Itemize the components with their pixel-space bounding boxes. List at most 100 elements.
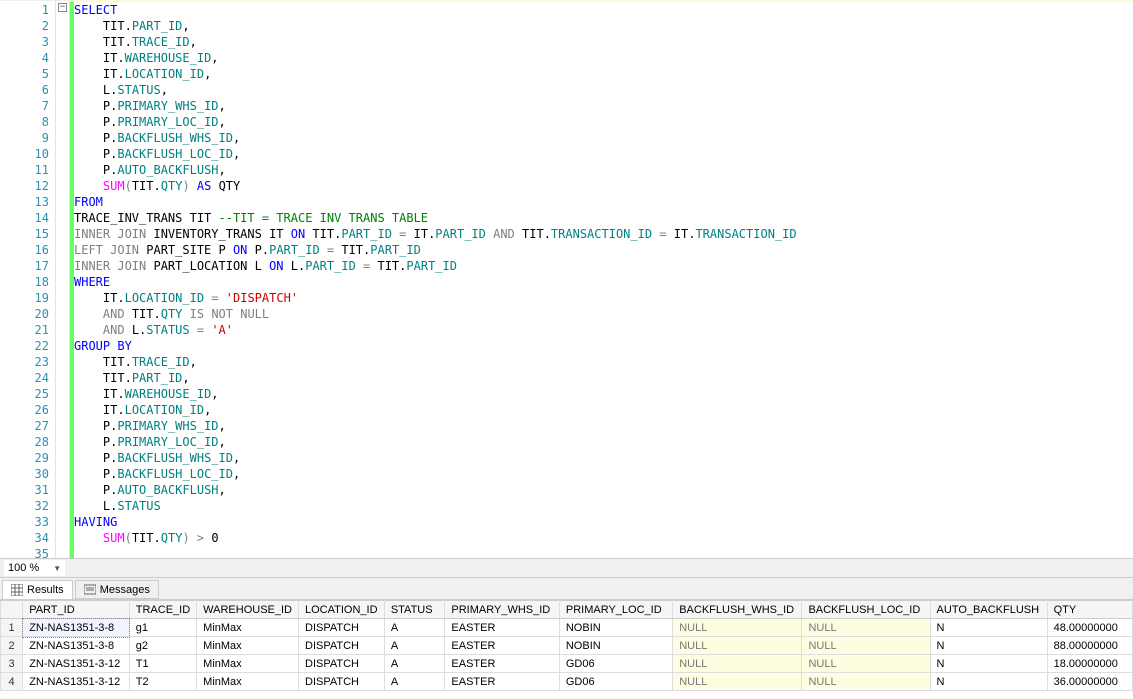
code-line[interactable]: P.BACKFLUSH_LOC_ID, — [74, 146, 1133, 162]
fold-collapse-icon[interactable]: − — [58, 3, 67, 12]
zoom-dropdown[interactable]: 100 % ▼ — [4, 560, 65, 576]
code-line[interactable]: P.PRIMARY_LOC_ID, — [74, 114, 1133, 130]
code-line[interactable]: SUM(TIT.QTY) AS QTY — [74, 178, 1133, 194]
column-header[interactable]: PRIMARY_WHS_ID — [445, 601, 559, 619]
cell[interactable]: T2 — [129, 673, 196, 691]
code-line[interactable]: INNER JOIN PART_LOCATION L ON L.PART_ID … — [74, 258, 1133, 274]
code-line[interactable]: P.BACKFLUSH_LOC_ID, — [74, 466, 1133, 482]
code-line[interactable]: P.PRIMARY_WHS_ID, — [74, 418, 1133, 434]
code-line[interactable]: TIT.PART_ID, — [74, 18, 1133, 34]
table-row[interactable]: 1ZN-NAS1351-3-8g1MinMaxDISPATCHAEASTERNO… — [1, 619, 1133, 637]
column-header[interactable]: TRACE_ID — [129, 601, 196, 619]
cell[interactable]: ZN-NAS1351-3-8 — [23, 619, 130, 637]
table-row[interactable]: 3ZN-NAS1351-3-12T1MinMaxDISPATCHAEASTERG… — [1, 655, 1133, 673]
cell[interactable]: NULL — [673, 619, 802, 637]
column-header[interactable]: STATUS — [384, 601, 445, 619]
code-line[interactable]: GROUP BY — [74, 338, 1133, 354]
cell[interactable]: 48.00000000 — [1047, 619, 1132, 637]
table-row[interactable]: 2ZN-NAS1351-3-8g2MinMaxDISPATCHAEASTERNO… — [1, 637, 1133, 655]
cell[interactable]: N — [930, 673, 1047, 691]
results-grid[interactable]: PART_IDTRACE_IDWAREHOUSE_IDLOCATION_IDST… — [0, 600, 1133, 691]
cell[interactable]: A — [384, 637, 445, 655]
code-line[interactable] — [74, 546, 1133, 558]
code-line[interactable]: SELECT — [74, 2, 1133, 18]
cell[interactable]: EASTER — [445, 619, 559, 637]
code-line[interactable]: IT.LOCATION_ID, — [74, 402, 1133, 418]
cell[interactable]: DISPATCH — [299, 619, 385, 637]
cell[interactable]: A — [384, 619, 445, 637]
column-header[interactable]: AUTO_BACKFLUSH — [930, 601, 1047, 619]
code-line[interactable]: AND L.STATUS = 'A' — [74, 322, 1133, 338]
cell[interactable]: A — [384, 655, 445, 673]
code-line[interactable]: FROM — [74, 194, 1133, 210]
code-line[interactable]: IT.WAREHOUSE_ID, — [74, 386, 1133, 402]
cell[interactable]: MinMax — [197, 673, 299, 691]
cell[interactable]: NULL — [673, 673, 802, 691]
cell[interactable]: MinMax — [197, 655, 299, 673]
code-line[interactable]: L.STATUS — [74, 498, 1133, 514]
row-header[interactable]: 3 — [1, 655, 23, 673]
cell[interactable]: N — [930, 655, 1047, 673]
cell[interactable]: ZN-NAS1351-3-12 — [23, 655, 130, 673]
sql-editor[interactable]: 1234567891011121314151617181920212223242… — [0, 0, 1133, 558]
cell[interactable]: GD06 — [559, 655, 672, 673]
row-header[interactable]: 4 — [1, 673, 23, 691]
column-header[interactable]: PRIMARY_LOC_ID — [559, 601, 672, 619]
code-line[interactable]: TIT.PART_ID, — [74, 370, 1133, 386]
code-line[interactable]: IT.WAREHOUSE_ID, — [74, 50, 1133, 66]
cell[interactable]: DISPATCH — [299, 673, 385, 691]
cell[interactable]: A — [384, 673, 445, 691]
cell[interactable]: ZN-NAS1351-3-8 — [23, 637, 130, 655]
code-line[interactable]: P.BACKFLUSH_WHS_ID, — [74, 130, 1133, 146]
cell[interactable]: NULL — [673, 637, 802, 655]
cell[interactable]: EASTER — [445, 673, 559, 691]
code-line[interactable]: INNER JOIN INVENTORY_TRANS IT ON TIT.PAR… — [74, 226, 1133, 242]
cell[interactable]: T1 — [129, 655, 196, 673]
row-header[interactable]: 1 — [1, 619, 23, 637]
code-line[interactable]: P.AUTO_BACKFLUSH, — [74, 162, 1133, 178]
row-header[interactable]: 2 — [1, 637, 23, 655]
cell[interactable]: MinMax — [197, 637, 299, 655]
code-line[interactable]: L.STATUS, — [74, 82, 1133, 98]
code-line[interactable]: IT.LOCATION_ID = 'DISPATCH' — [74, 290, 1133, 306]
tab-results[interactable]: Results — [2, 580, 73, 599]
tab-messages[interactable]: Messages — [75, 580, 159, 599]
cell[interactable]: EASTER — [445, 637, 559, 655]
code-line[interactable]: P.BACKFLUSH_WHS_ID, — [74, 450, 1133, 466]
cell[interactable]: ZN-NAS1351-3-12 — [23, 673, 130, 691]
code-line[interactable]: WHERE — [74, 274, 1133, 290]
cell[interactable]: DISPATCH — [299, 655, 385, 673]
cell[interactable]: 18.00000000 — [1047, 655, 1132, 673]
cell[interactable]: MinMax — [197, 619, 299, 637]
code-line[interactable]: AND TIT.QTY IS NOT NULL — [74, 306, 1133, 322]
table-row[interactable]: 4ZN-NAS1351-3-12T2MinMaxDISPATCHAEASTERG… — [1, 673, 1133, 691]
fold-strip[interactable]: − — [56, 1, 70, 558]
cell[interactable]: NULL — [673, 655, 802, 673]
cell[interactable]: NULL — [802, 673, 930, 691]
cell[interactable]: GD06 — [559, 673, 672, 691]
code-line[interactable]: TIT.TRACE_ID, — [74, 354, 1133, 370]
cell[interactable]: N — [930, 619, 1047, 637]
grid-corner[interactable] — [1, 601, 23, 619]
cell[interactable]: g2 — [129, 637, 196, 655]
cell[interactable]: g1 — [129, 619, 196, 637]
code-line[interactable]: P.PRIMARY_LOC_ID, — [74, 434, 1133, 450]
cell[interactable]: NOBIN — [559, 619, 672, 637]
column-header[interactable]: WAREHOUSE_ID — [197, 601, 299, 619]
code-area[interactable]: SELECT TIT.PART_ID, TIT.TRACE_ID, IT.WAR… — [74, 1, 1133, 558]
cell[interactable]: 88.00000000 — [1047, 637, 1132, 655]
cell[interactable]: NULL — [802, 655, 930, 673]
cell[interactable]: 36.00000000 — [1047, 673, 1132, 691]
cell[interactable]: EASTER — [445, 655, 559, 673]
column-header[interactable]: LOCATION_ID — [299, 601, 385, 619]
code-line[interactable]: SUM(TIT.QTY) > 0 — [74, 530, 1133, 546]
code-line[interactable]: HAVING — [74, 514, 1133, 530]
code-line[interactable]: LEFT JOIN PART_SITE P ON P.PART_ID = TIT… — [74, 242, 1133, 258]
code-line[interactable]: P.PRIMARY_WHS_ID, — [74, 98, 1133, 114]
code-line[interactable]: IT.LOCATION_ID, — [74, 66, 1133, 82]
cell[interactable]: N — [930, 637, 1047, 655]
code-line[interactable]: TRACE_INV_TRANS TIT --TIT = TRACE INV TR… — [74, 210, 1133, 226]
code-line[interactable]: P.AUTO_BACKFLUSH, — [74, 482, 1133, 498]
cell[interactable]: NULL — [802, 637, 930, 655]
cell[interactable]: NOBIN — [559, 637, 672, 655]
